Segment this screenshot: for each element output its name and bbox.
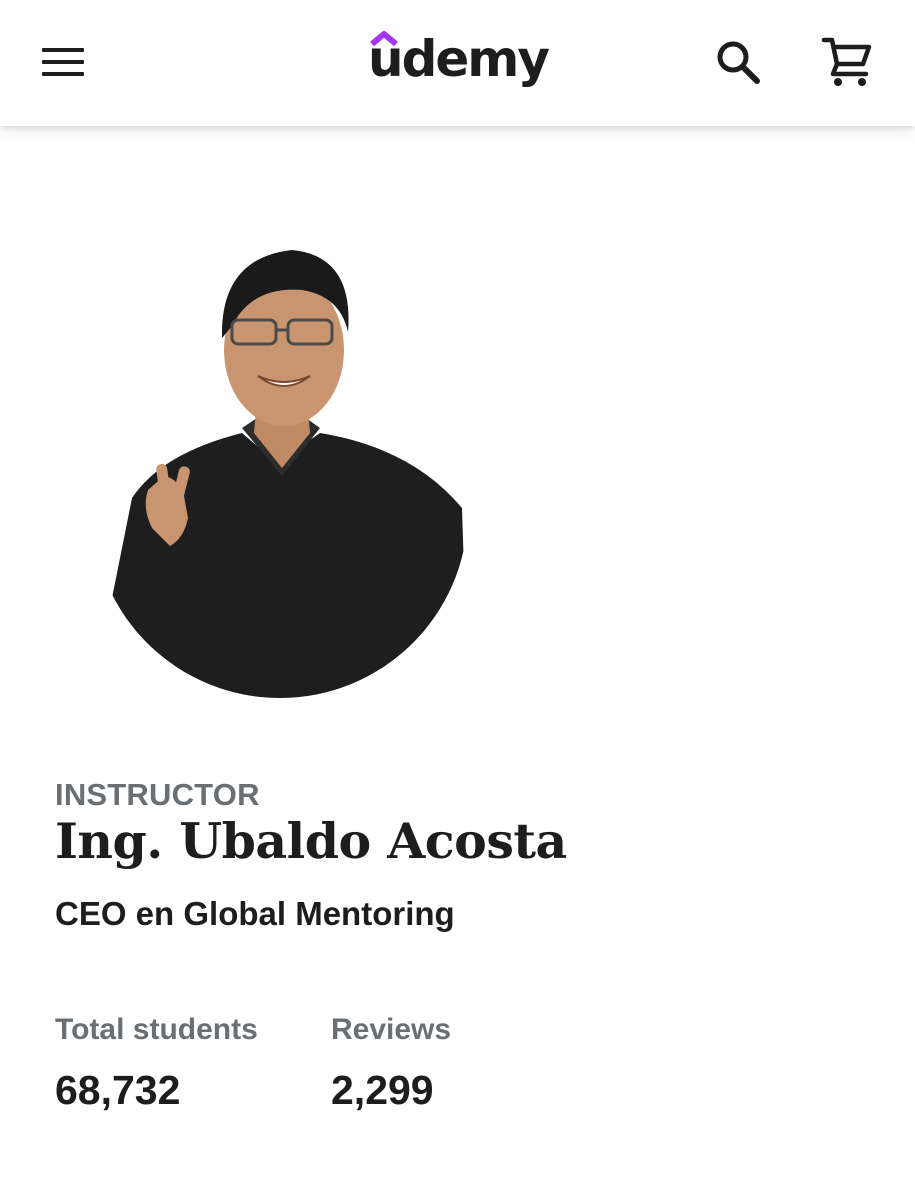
search-icon (717, 41, 760, 84)
stat-label: Reviews (331, 1013, 452, 1046)
menu-icon-line-bottom (42, 72, 84, 76)
stat-total-students: Total students 68,732 (55, 1013, 258, 1114)
udemy-logo[interactable]: udemy (368, 28, 550, 98)
instructor-eyebrow: INSTRUCTOR (55, 777, 260, 812)
cart-icon (821, 37, 872, 86)
stat-reviews: Reviews 2,299 (331, 1013, 451, 1114)
instructor-name: Ing. Ubaldo Acosta (55, 812, 567, 870)
instructor-headline: CEO en Global Mentoring (55, 895, 455, 932)
stat-value: 68,732 (55, 1067, 181, 1113)
instructor-avatar (92, 228, 468, 698)
logo-text: udemy (368, 30, 550, 88)
cart-button[interactable] (820, 34, 876, 90)
stat-label: Total students (55, 1013, 258, 1046)
menu-icon-line-middle (42, 60, 84, 64)
search-button[interactable] (712, 36, 764, 88)
menu-button[interactable] (40, 44, 86, 80)
menu-icon-line-top (42, 48, 84, 52)
stat-value: 2,299 (331, 1067, 434, 1113)
top-navigation-bar: udemy (0, 0, 915, 126)
